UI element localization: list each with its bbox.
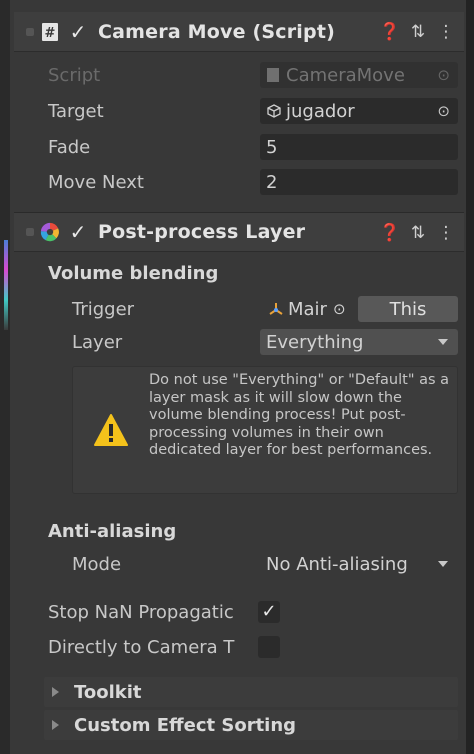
post-process-layer-title: Post-process Layer <box>98 221 306 243</box>
target-value: jugador <box>286 100 355 122</box>
trigger-label: Trigger <box>72 298 135 320</box>
camera-move-enabled-checkbox[interactable]: ✓ <box>68 22 88 42</box>
chevron-down-icon <box>438 561 448 567</box>
transform-icon <box>268 301 284 317</box>
kebab-menu-icon[interactable]: ⋮ <box>432 22 460 42</box>
custom-effect-sorting-foldout[interactable]: Custom Effect Sorting <box>14 710 464 740</box>
move-next-row: Move Next 2 <box>14 167 464 197</box>
custom-effect-sorting-label: Custom Effect Sorting <box>74 714 297 736</box>
drag-handle[interactable] <box>26 228 34 236</box>
script-value: CameraMove <box>286 64 405 86</box>
kebab-menu-icon[interactable]: ⋮ <box>432 223 460 243</box>
directly-to-camera-row: Directly to Camera T <box>14 632 464 662</box>
help-icon[interactable]: ❓ <box>376 223 404 243</box>
volume-blending-heading: Volume blending <box>48 262 219 284</box>
target-row: Target jugador ⊙ <box>14 96 464 126</box>
this-button[interactable]: This <box>358 296 458 322</box>
fade-row: Fade 5 <box>14 132 464 162</box>
scene-view-sliver <box>4 240 8 330</box>
chevron-right-icon <box>52 687 59 697</box>
help-icon[interactable]: ❓ <box>376 22 404 42</box>
mode-label: Mode <box>72 553 122 575</box>
object-picker-icon: ⊙ <box>437 66 450 84</box>
trigger-field[interactable]: Mair ⊙ <box>260 296 352 322</box>
toolkit-foldout[interactable]: Toolkit <box>14 677 464 707</box>
warning-icon <box>93 413 129 451</box>
post-process-layer-header[interactable]: ✓ Post-process Layer ❓ ⇅ ⋮ <box>14 212 464 252</box>
stop-nan-checkbox[interactable]: ✓ <box>258 601 280 623</box>
anti-aliasing-heading: Anti-aliasing <box>48 520 177 542</box>
scrollbar-track[interactable] <box>466 0 474 754</box>
drag-handle[interactable] <box>26 27 34 36</box>
script-file-icon <box>266 67 282 83</box>
object-picker-icon[interactable]: ⊙ <box>437 102 450 120</box>
mode-row: Mode No Anti-aliasing <box>14 549 464 579</box>
mode-dropdown-value: No Anti-aliasing <box>266 553 408 575</box>
layer-row: Layer Everything <box>14 327 464 357</box>
chevron-right-icon <box>52 720 59 730</box>
post-process-icon <box>40 222 60 242</box>
trigger-value: Mair <box>288 298 327 320</box>
toolkit-label: Toolkit <box>74 681 142 703</box>
move-next-label: Move Next <box>48 171 144 193</box>
inspector-panel: # ✓ Camera Move (Script) ❓ ⇅ ⋮ Script Ca… <box>14 0 464 754</box>
presets-icon[interactable]: ⇅ <box>404 223 432 243</box>
stop-nan-row: Stop NaN Propagatic ✓ <box>14 597 464 627</box>
volume-blending-section: Volume blending <box>14 258 464 288</box>
layer-dropdown[interactable]: Everything <box>260 329 458 355</box>
script-file-icon: # <box>40 22 60 42</box>
post-process-enabled-checkbox[interactable]: ✓ <box>68 222 88 242</box>
svg-text:#: # <box>45 26 56 41</box>
directly-to-camera-label: Directly to Camera T <box>48 636 235 658</box>
anti-aliasing-section: Anti-aliasing <box>14 516 464 546</box>
script-row: Script CameraMove ⊙ <box>14 60 464 90</box>
camera-move-title: Camera Move (Script) <box>98 20 335 43</box>
fade-label: Fade <box>48 136 91 158</box>
warning-help-box: Do not use "Everything" or "Default" as … <box>72 366 458 494</box>
warning-text: Do not use "Everything" or "Default" as … <box>149 372 450 459</box>
gameobject-icon <box>266 103 282 119</box>
layer-dropdown-value: Everything <box>266 331 364 353</box>
script-label: Script <box>48 64 101 86</box>
target-field[interactable]: jugador ⊙ <box>260 98 458 124</box>
trigger-row: Trigger Mair ⊙ This <box>14 294 464 324</box>
layer-label: Layer <box>72 331 123 353</box>
presets-icon[interactable]: ⇅ <box>404 22 432 42</box>
fade-field[interactable]: 5 <box>260 134 458 160</box>
target-label: Target <box>48 100 104 122</box>
move-next-field[interactable]: 2 <box>260 169 458 195</box>
camera-move-header[interactable]: # ✓ Camera Move (Script) ❓ ⇅ ⋮ <box>14 12 464 52</box>
directly-to-camera-checkbox[interactable] <box>258 636 280 658</box>
chevron-down-icon <box>438 339 448 345</box>
object-picker-icon[interactable]: ⊙ <box>333 300 346 318</box>
mode-dropdown[interactable]: No Anti-aliasing <box>260 551 458 577</box>
stop-nan-label: Stop NaN Propagatic <box>48 601 234 623</box>
script-field: CameraMove ⊙ <box>260 62 458 88</box>
window-edge <box>0 0 10 754</box>
